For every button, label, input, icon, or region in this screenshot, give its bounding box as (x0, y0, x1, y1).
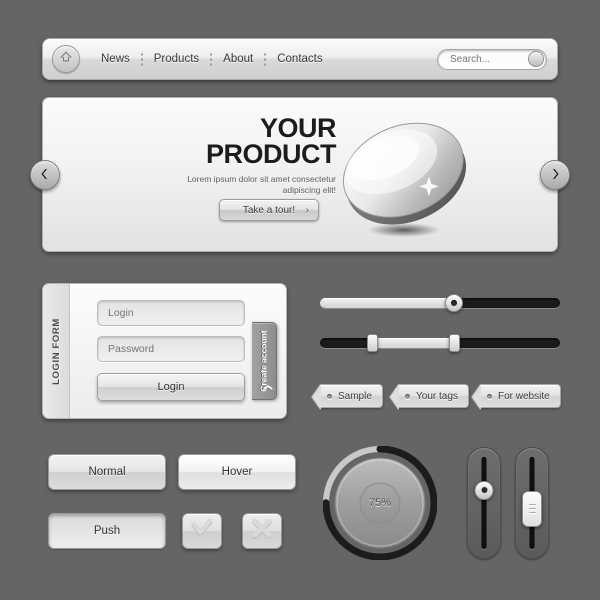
product-orb-graphic (326, 112, 486, 242)
search-circle-icon[interactable] (528, 51, 544, 67)
hover-button[interactable]: Hover (178, 454, 296, 490)
tag-your-tags[interactable]: Your tags (398, 384, 469, 408)
take-a-tour-button[interactable]: Take a tour! › (219, 199, 319, 221)
nav-link-about[interactable]: About (212, 53, 264, 65)
check-icon (191, 518, 213, 544)
tag-label: Sample (338, 390, 372, 402)
slider-range-fill (372, 338, 455, 348)
create-account-label: Create account (259, 330, 270, 392)
hero-next-button[interactable] (540, 160, 570, 190)
normal-button[interactable]: Normal (48, 454, 166, 490)
grip-line (528, 504, 536, 506)
close-icon (251, 518, 273, 544)
slider-knob-low[interactable] (367, 334, 379, 352)
vertical-slider-knob[interactable] (522, 490, 542, 527)
tag-sample[interactable]: Sample (320, 384, 383, 408)
slider-knob-high[interactable] (448, 334, 460, 352)
chevron-right-icon: › (305, 205, 309, 216)
hero-title-line2: PRODUCT (206, 139, 337, 169)
home-button[interactable] (52, 45, 80, 73)
login-submit-label: Login (157, 381, 185, 393)
nav-link-news[interactable]: News (90, 53, 141, 65)
slider-track[interactable] (320, 298, 560, 308)
nav-separator (140, 51, 143, 67)
nav-separator (264, 51, 267, 67)
take-a-tour-label: Take a tour! (242, 204, 296, 216)
slider-track[interactable] (320, 338, 560, 348)
password-input[interactable] (97, 336, 245, 362)
chevron-left-icon (40, 168, 50, 182)
hero-text-block: YOUR PRODUCT Lorem ipsum dolor sit amet … (176, 115, 336, 196)
horizontal-slider-single[interactable] (320, 294, 560, 312)
grip-line (528, 512, 536, 514)
nav-link-products[interactable]: Products (143, 53, 210, 65)
cancel-button[interactable] (242, 513, 282, 549)
home-icon (58, 49, 74, 70)
hero-prev-button[interactable] (30, 160, 60, 190)
search-input[interactable] (438, 53, 518, 65)
login-form-side-label-text: LOGIN FORM (50, 317, 62, 385)
chevron-right-icon (550, 168, 560, 182)
chevron-down-icon: ❯ (262, 383, 273, 392)
tag-label: Your tags (416, 390, 458, 402)
nav-separator (210, 51, 213, 67)
login-submit-button[interactable]: Login (97, 373, 245, 401)
push-button-label: Push (93, 525, 121, 537)
login-form-panel: LOGIN FORM Login (42, 283, 287, 419)
tag-for-website[interactable]: For website (480, 384, 561, 408)
tag-label: For website (498, 390, 550, 402)
nav-link-contacts[interactable]: Contacts (266, 53, 333, 65)
hero-subtitle: Lorem ipsum dolor sit amet consectetur a… (187, 174, 336, 195)
nav-links: News Products About Contacts (90, 51, 334, 67)
search-field[interactable] (437, 48, 547, 70)
ui-kit-canvas: News Products About Contacts YOUR PRODUC… (0, 0, 600, 600)
slider-fill (320, 298, 455, 308)
login-form-side-label: LOGIN FORM (43, 284, 70, 418)
vertical-slider-track[interactable] (481, 457, 487, 549)
hero-title-line1: YOUR (259, 113, 337, 143)
grip-line (528, 508, 536, 510)
create-account-tab[interactable]: Create account ❯ (252, 322, 277, 400)
vertical-slider-knob[interactable] (474, 480, 494, 500)
slider-knob[interactable] (445, 294, 464, 312)
hero-title: YOUR PRODUCT (176, 113, 337, 169)
normal-button-label: Normal (88, 466, 126, 478)
vertical-slider-round[interactable] (467, 447, 501, 559)
horizontal-slider-range[interactable] (320, 334, 560, 352)
circular-progress[interactable]: 75% (322, 445, 438, 561)
navigation-bar: News Products About Contacts (42, 38, 558, 80)
login-input[interactable] (97, 300, 245, 326)
hover-button-label: Hover (221, 466, 253, 478)
vertical-slider-rect[interactable] (515, 447, 549, 559)
hero-banner: YOUR PRODUCT Lorem ipsum dolor sit amet … (30, 97, 570, 252)
confirm-button[interactable] (182, 513, 222, 549)
push-button[interactable]: Push (48, 513, 166, 549)
